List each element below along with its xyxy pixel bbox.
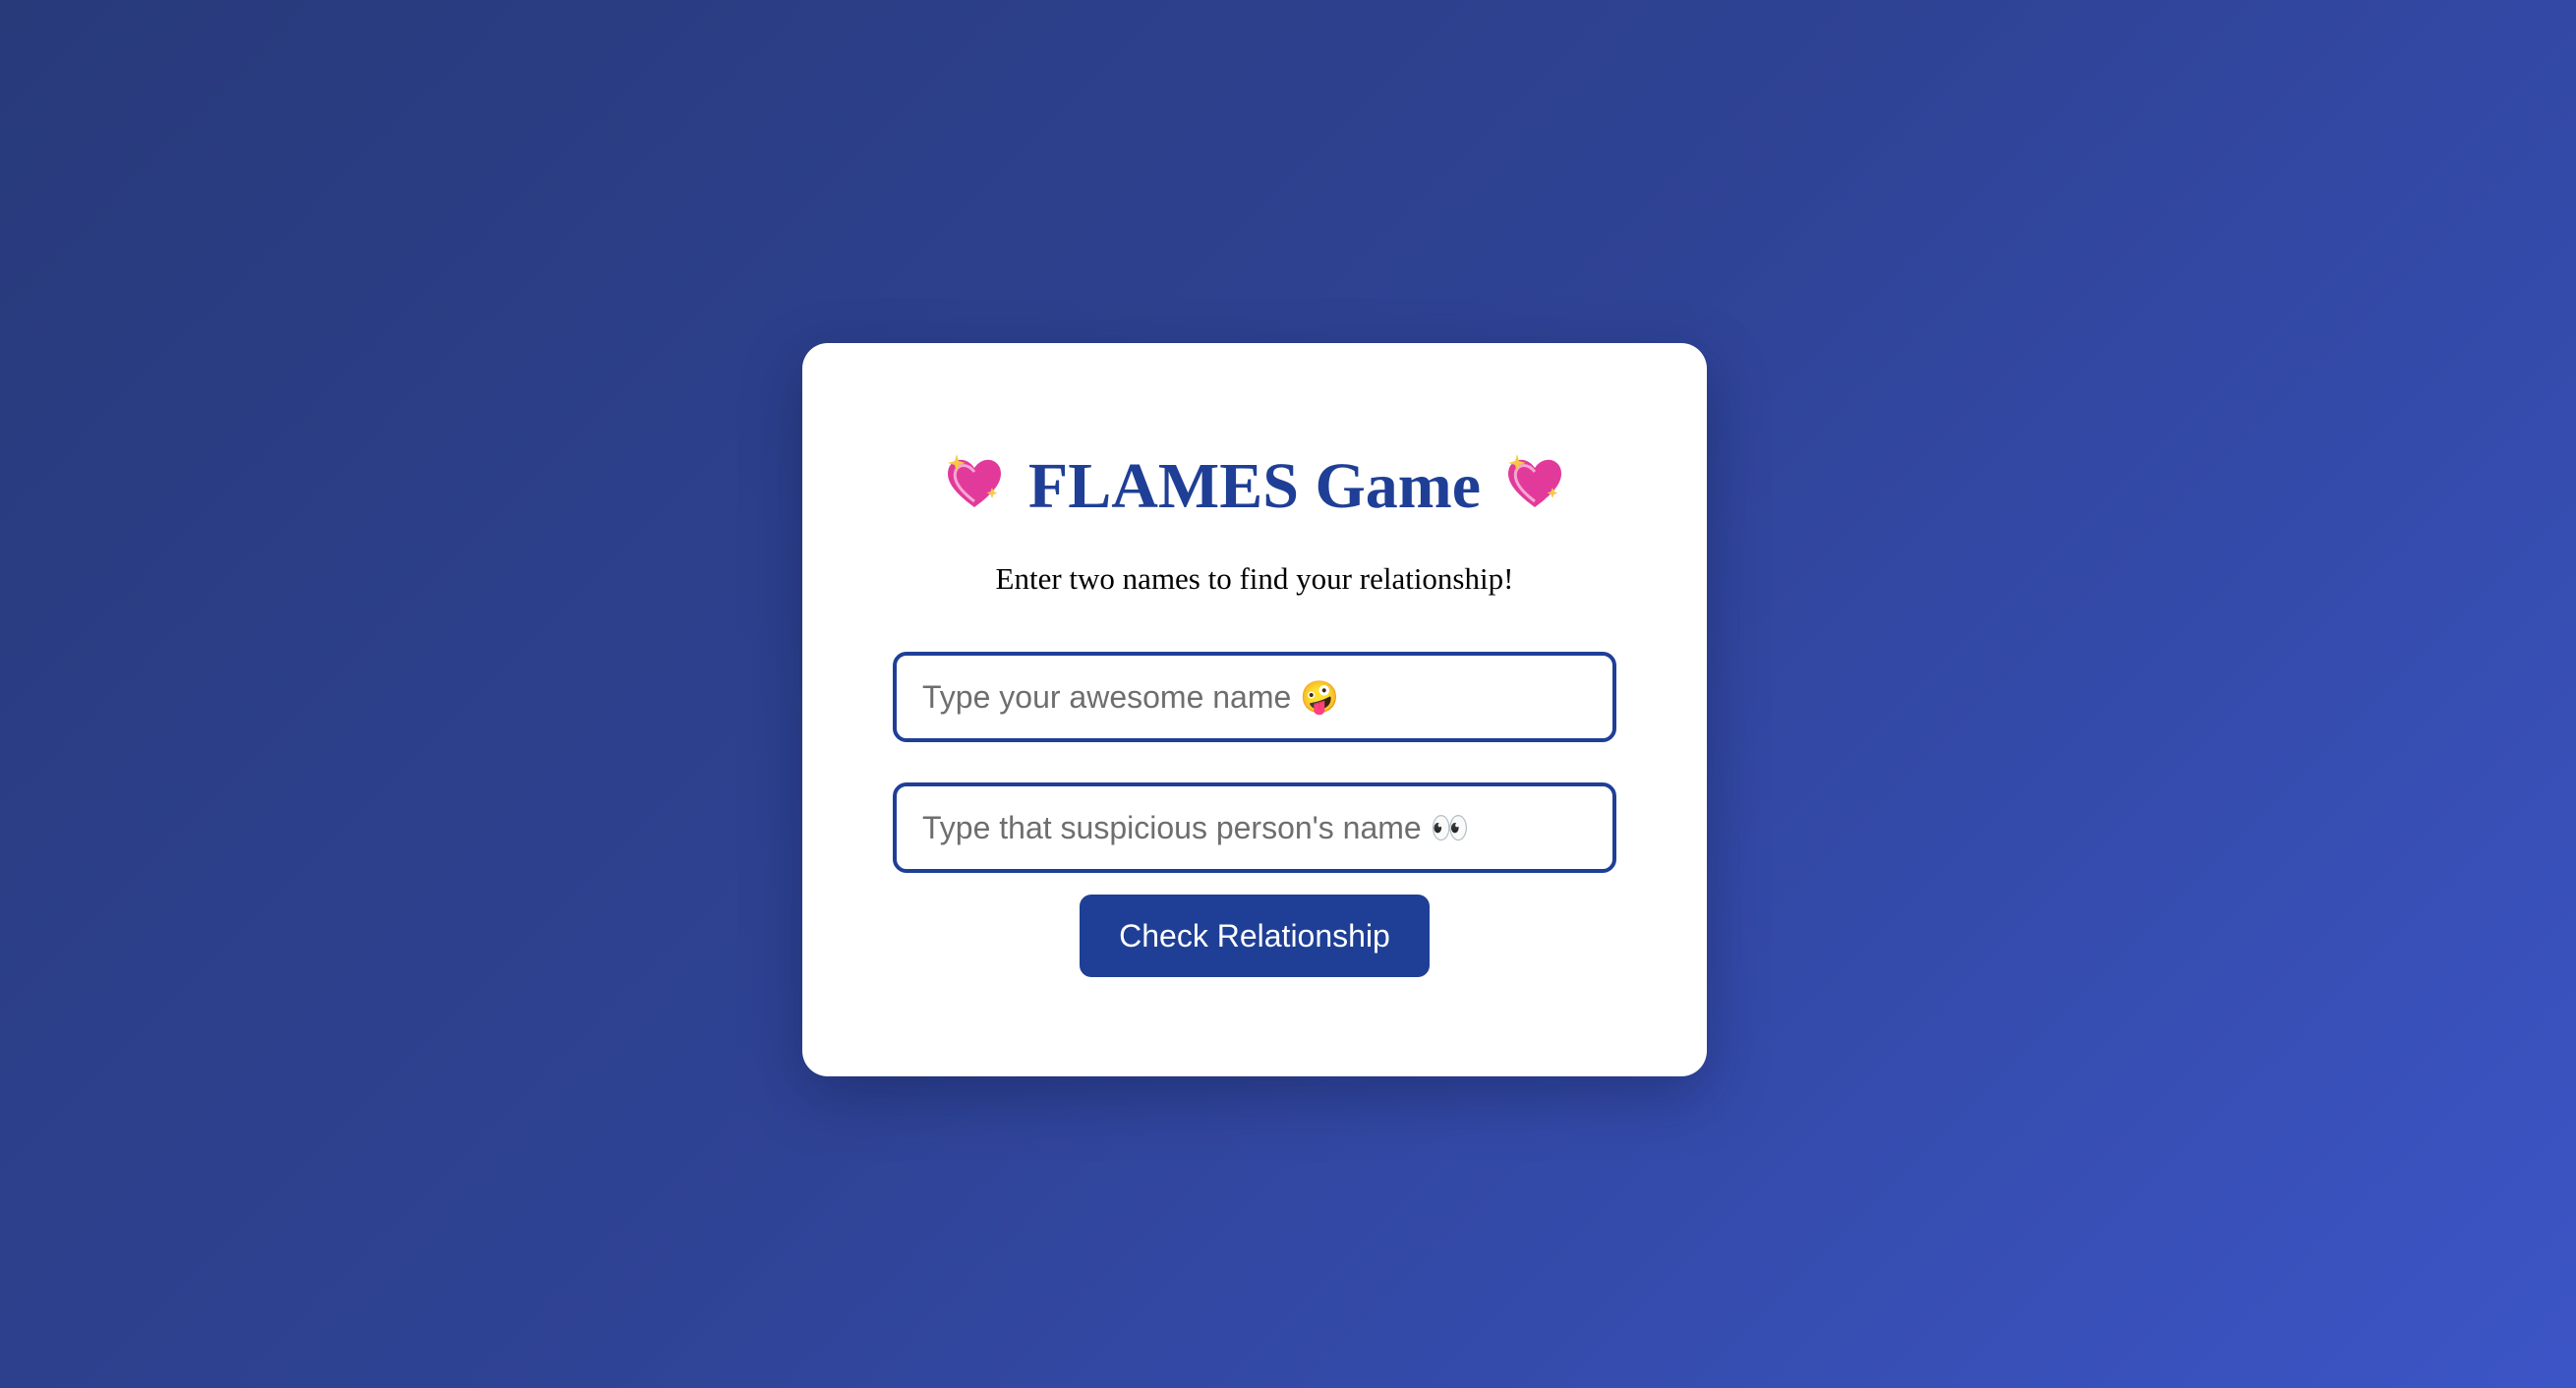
your-name-field[interactable]: [893, 652, 1616, 742]
page-title: FLAMES Game: [802, 447, 1707, 525]
partner-name-input[interactable]: [922, 786, 1612, 869]
your-name-input[interactable]: [922, 656, 1612, 738]
page-subtitle: Enter two names to find your relationshi…: [995, 561, 1514, 596]
check-relationship-button[interactable]: Check Relationship: [1080, 895, 1430, 977]
sparkling-heart-icon: [943, 451, 1006, 510]
page-title-text: FLAMES Game: [1027, 450, 1482, 522]
partner-name-field[interactable]: [893, 782, 1616, 873]
sparkling-heart-icon: [1503, 451, 1566, 510]
flames-card: FLAMES Game Enter two names to find your…: [802, 343, 1707, 1076]
